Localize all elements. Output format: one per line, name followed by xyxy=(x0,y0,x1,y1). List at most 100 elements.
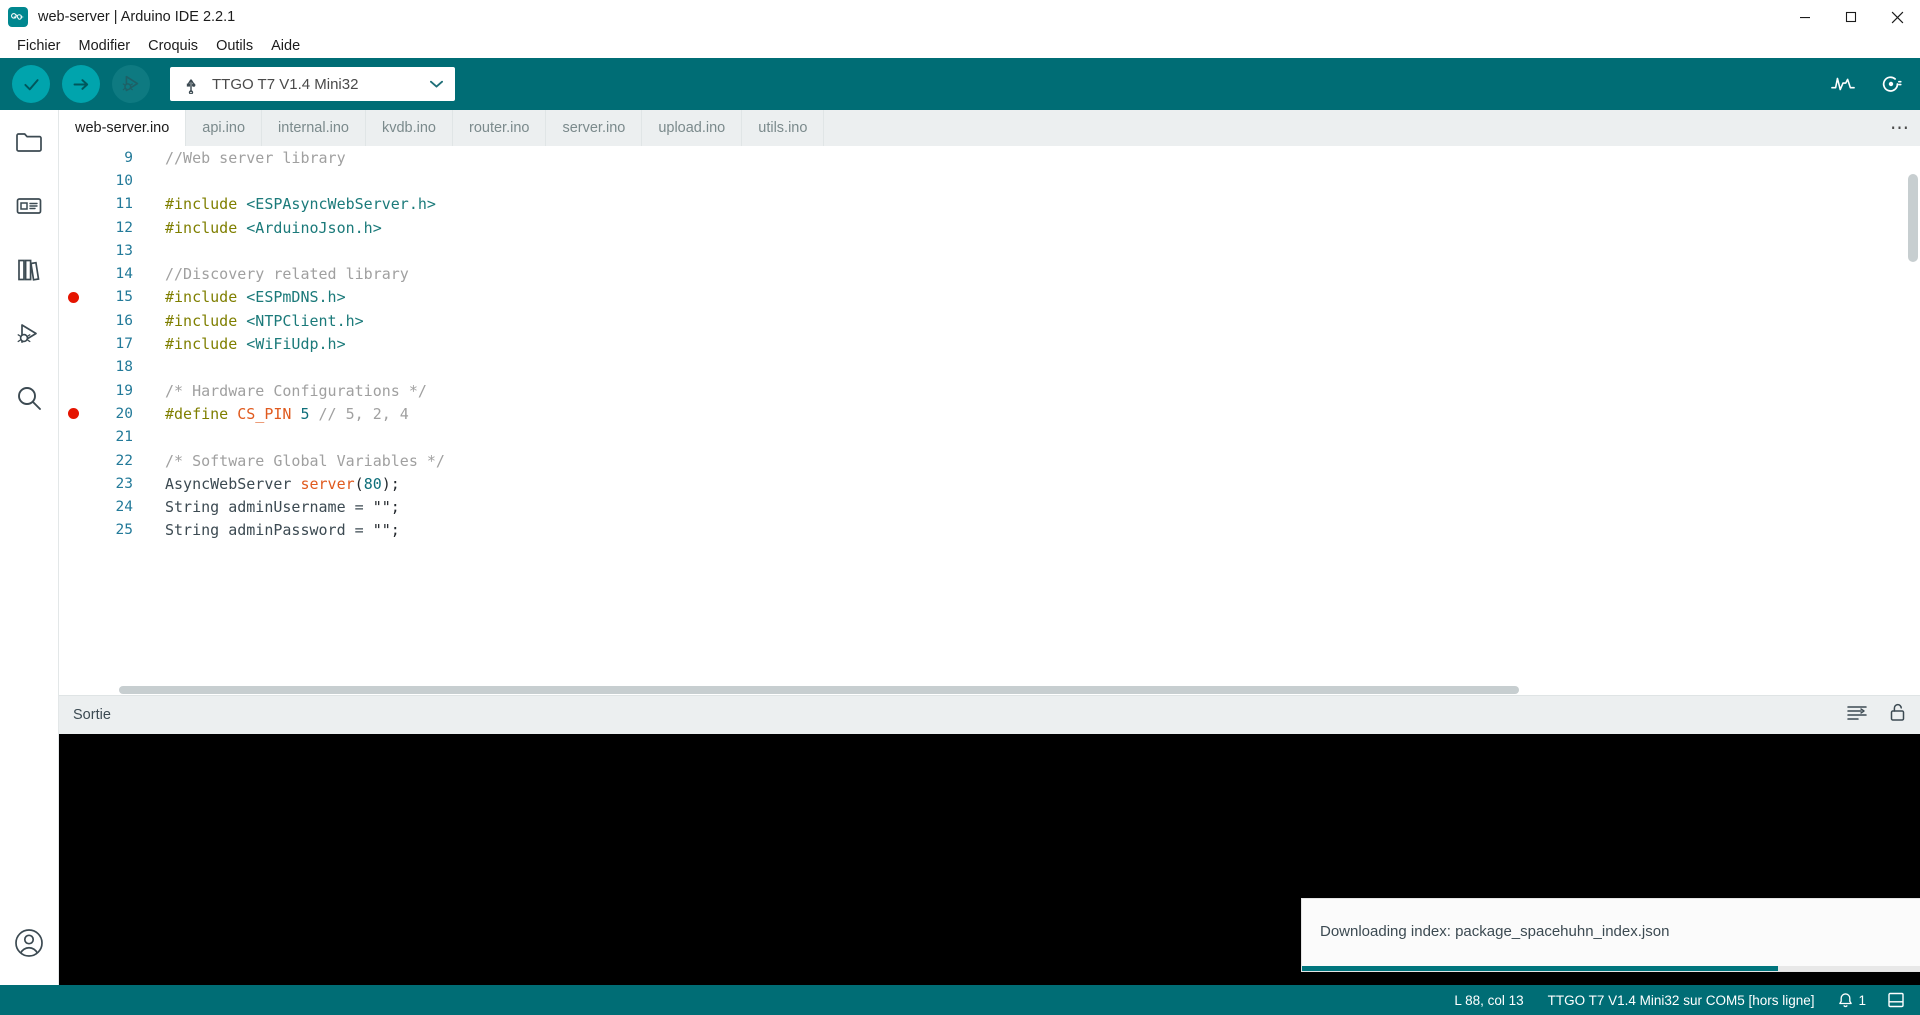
sidebar-item-library-manager[interactable] xyxy=(0,238,59,302)
code-token: <WiFiUdp.h> xyxy=(246,335,346,354)
code-line[interactable]: 16 #include <NTPClient.h> xyxy=(59,309,1920,332)
line-number: 21 xyxy=(115,429,133,446)
code-line[interactable]: 23 AsyncWebServer server(80); xyxy=(59,472,1920,495)
menu-modifier[interactable]: Modifier xyxy=(70,36,140,56)
editor-horizontal-scrollbar[interactable] xyxy=(59,685,1920,695)
toggle-panel-button[interactable] xyxy=(1888,992,1904,1008)
serial-plotter-button[interactable] xyxy=(1828,69,1858,99)
upload-button[interactable] xyxy=(62,65,100,103)
menu-bar: Fichier Modifier Croquis Outils Aide xyxy=(0,34,1920,58)
sidebar-item-account[interactable] xyxy=(0,911,59,975)
autoscroll-lock-button[interactable] xyxy=(1889,703,1906,727)
code-line[interactable]: 15 #include <ESPmDNS.h> xyxy=(59,286,1920,309)
notifications-button[interactable]: 1 xyxy=(1838,992,1866,1009)
code-line[interactable]: 25 String adminPassword = ""; xyxy=(59,519,1920,542)
breakpoint-gutter[interactable] xyxy=(59,291,87,303)
code-token: ; xyxy=(390,521,400,540)
breakpoint-dot-icon[interactable] xyxy=(67,291,79,303)
code-token: "" xyxy=(372,498,391,517)
output-console[interactable]: Downloading index: package_spacehuhn_ind… xyxy=(59,734,1920,985)
line-number: 25 xyxy=(115,522,133,539)
sidebar-item-search[interactable] xyxy=(0,366,59,430)
code-line-text: /* Software Global Variables */ xyxy=(139,452,445,470)
code-line[interactable]: 11 #include <ESPAsyncWebServer.h> xyxy=(59,193,1920,216)
line-number: 17 xyxy=(115,336,133,353)
serial-monitor-icon xyxy=(1882,76,1902,92)
code-editor[interactable]: 9 //Web server library 10 11 #include <ESPAs… xyxy=(59,146,1920,695)
editor-vertical-scrollbar[interactable] xyxy=(1906,146,1920,695)
code-line-text: AsyncWebServer server(80); xyxy=(139,475,400,493)
code-token: server xyxy=(300,474,355,493)
output-panel-actions xyxy=(1847,703,1906,727)
unlock-autoscroll-icon xyxy=(1890,703,1905,721)
debug-button[interactable] xyxy=(112,65,150,103)
chevron-down-icon[interactable] xyxy=(430,75,443,93)
tab-label: server.ino xyxy=(562,120,626,136)
close-button[interactable] xyxy=(1874,0,1920,34)
menu-aide[interactable]: Aide xyxy=(262,36,309,56)
menu-outils[interactable]: Outils xyxy=(207,36,262,56)
tab-overflow-button[interactable]: ⋯ xyxy=(1880,110,1920,146)
cursor-position[interactable]: L 88, col 13 xyxy=(1454,993,1523,1008)
code-line[interactable]: 10 xyxy=(59,169,1920,192)
minimize-button[interactable] xyxy=(1782,0,1828,34)
sidebar-item-boards-manager[interactable] xyxy=(0,174,59,238)
notification-progress-bar xyxy=(1302,966,1778,971)
sidebar-item-debug[interactable] xyxy=(0,302,59,366)
code-line[interactable]: 20 #define CS_PIN 5 // 5, 2, 4 xyxy=(59,402,1920,425)
maximize-button[interactable] xyxy=(1828,0,1874,34)
code-line[interactable]: 14 //Discovery related library xyxy=(59,262,1920,285)
breakpoint-dot-icon[interactable] xyxy=(67,408,79,420)
serial-plotter-icon xyxy=(1831,77,1855,91)
tab-label: kvdb.ino xyxy=(381,120,436,136)
code-token: ; xyxy=(390,498,400,517)
code-line[interactable]: 24 String adminUsername = ""; xyxy=(59,495,1920,518)
tab-utils-ino[interactable]: utils.ino xyxy=(742,110,825,146)
code-token: String adminUsername = xyxy=(165,498,373,517)
debug-play-icon xyxy=(17,324,37,343)
code-line[interactable]: 22 /* Software Global Variables */ xyxy=(59,449,1920,472)
tab-internal-ino[interactable]: internal.ino xyxy=(262,110,366,146)
code-lines[interactable]: 9 //Web server library 10 11 #include <ESPAs… xyxy=(59,146,1920,695)
tab-kvdb-ino[interactable]: kvdb.ino xyxy=(365,110,453,146)
usb-icon xyxy=(184,75,198,94)
code-line[interactable]: 17 #include <WiFiUdp.h> xyxy=(59,332,1920,355)
code-line-text: /* Hardware Configurations */ xyxy=(139,382,427,400)
code-line-text: #include <ESPAsyncWebServer.h> xyxy=(139,195,436,213)
editor-vertical-scroll-thumb[interactable] xyxy=(1908,174,1918,262)
code-line[interactable]: 21 xyxy=(59,426,1920,449)
code-token: #include xyxy=(165,195,247,214)
tab-web-server-ino[interactable]: web-server.ino xyxy=(59,110,187,146)
arrow-right-icon xyxy=(73,78,88,90)
tab-api-ino[interactable]: api.ino xyxy=(186,110,263,146)
toggle-word-wrap-button[interactable] xyxy=(1847,705,1867,726)
code-token: #define xyxy=(165,404,238,423)
main-toolbar: TTGO T7 V1.4 Mini32 xyxy=(0,58,1920,110)
breakpoint-gutter[interactable] xyxy=(59,408,87,420)
serial-monitor-button[interactable] xyxy=(1876,69,1906,99)
code-line[interactable]: 18 xyxy=(59,356,1920,379)
editor-horizontal-scroll-thumb[interactable] xyxy=(119,686,1519,694)
line-number: 24 xyxy=(115,499,133,516)
tab-router-ino[interactable]: router.ino xyxy=(452,110,547,146)
menu-croquis[interactable]: Croquis xyxy=(139,36,207,56)
code-token: #include xyxy=(165,288,247,307)
code-line[interactable]: 13 xyxy=(59,239,1920,262)
tab-label: router.ino xyxy=(468,120,530,136)
verify-button[interactable] xyxy=(12,65,50,103)
menu-fichier[interactable]: Fichier xyxy=(8,36,70,56)
board-status[interactable]: TTGO T7 V1.4 Mini32 sur COM5 [hors ligne… xyxy=(1548,993,1815,1008)
code-token: <ESPAsyncWebServer.h> xyxy=(246,195,436,214)
code-line[interactable]: 9 //Web server library xyxy=(59,146,1920,169)
notification-toast[interactable]: Downloading index: package_spacehuhn_ind… xyxy=(1301,898,1920,972)
sidebar-item-sketchbook[interactable] xyxy=(0,110,59,174)
tab-server-ino[interactable]: server.ino xyxy=(546,110,643,146)
code-token: 80 xyxy=(363,474,382,493)
code-line-text: #include <WiFiUdp.h> xyxy=(139,335,346,353)
code-line[interactable]: 12 #include <ArduinoJson.h> xyxy=(59,216,1920,239)
board-selector[interactable]: TTGO T7 V1.4 Mini32 xyxy=(170,67,455,101)
code-token: <NTPClient.h> xyxy=(246,311,364,330)
code-line[interactable]: 19 /* Hardware Configurations */ xyxy=(59,379,1920,402)
tab-upload-ino[interactable]: upload.ino xyxy=(642,110,743,146)
arduino-infinity-icon xyxy=(8,7,28,27)
